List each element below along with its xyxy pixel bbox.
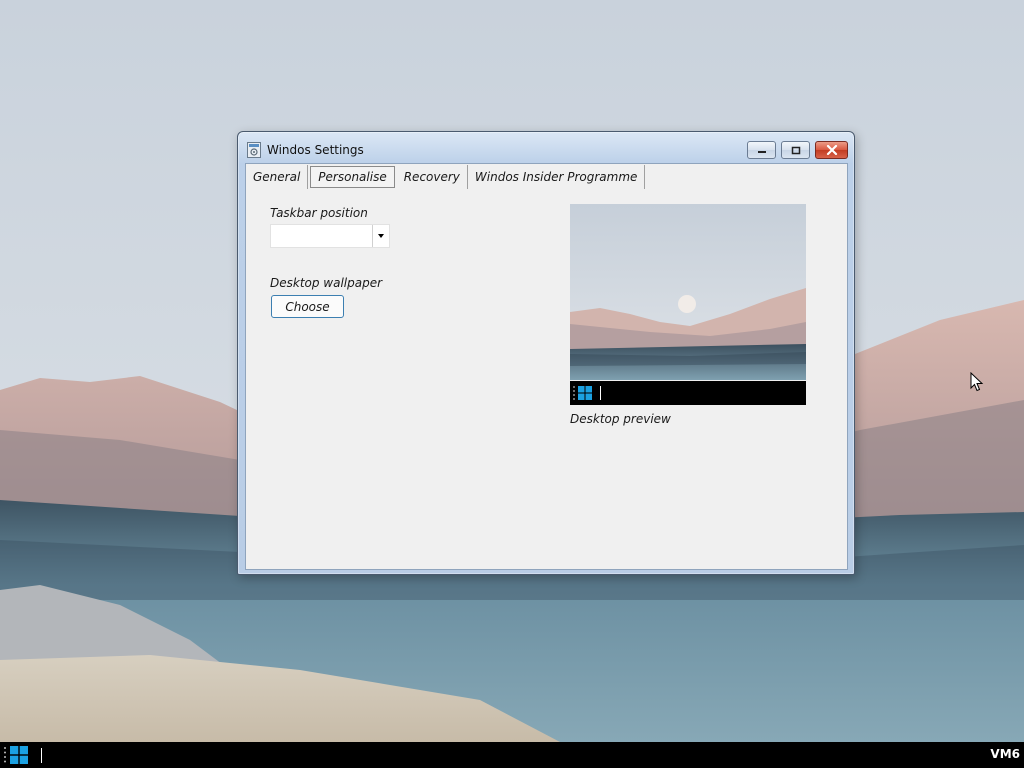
- settings-window: Windos Settings General Personalise Reco…: [237, 131, 855, 575]
- tray-text: VM6: [990, 747, 1020, 761]
- taskbar-grip-icon[interactable]: [3, 746, 7, 764]
- windows-logo-icon: [10, 746, 28, 764]
- tab-recovery[interactable]: Recovery: [397, 165, 468, 189]
- tab-windos-insider-programme[interactable]: Windos Insider Programme: [468, 165, 646, 189]
- taskbar-position-label: Taskbar position: [270, 206, 368, 220]
- settings-app-icon: [247, 142, 261, 158]
- tab-bar: General Personalise Recovery Windos Insi…: [246, 164, 849, 189]
- close-icon: [826, 145, 837, 155]
- desktop-wallpaper-label: Desktop wallpaper: [270, 276, 383, 290]
- desktop-preview-image: [570, 204, 806, 380]
- window-content: General Personalise Recovery Windos Insi…: [245, 163, 848, 570]
- maximize-icon: [791, 146, 800, 154]
- window-title: Windos Settings: [267, 143, 364, 157]
- preview-taskbar-separator: [600, 386, 601, 400]
- minimize-button[interactable]: [747, 141, 776, 159]
- minimize-icon: [757, 151, 766, 153]
- dropdown-arrow-button[interactable]: [372, 225, 389, 247]
- close-button[interactable]: [815, 141, 848, 159]
- tab-personalise[interactable]: Personalise: [310, 166, 395, 188]
- grip-icon: [573, 386, 575, 400]
- maximize-button[interactable]: [781, 141, 810, 159]
- desktop: Windos Settings General Personalise Reco…: [0, 0, 1024, 768]
- start-button[interactable]: [10, 746, 28, 764]
- taskbar-position-select[interactable]: [270, 224, 390, 248]
- chevron-down-icon: [378, 234, 384, 238]
- choose-wallpaper-button[interactable]: Choose: [271, 295, 344, 318]
- preview-taskbar: [570, 381, 806, 405]
- tab-general[interactable]: General: [246, 165, 309, 189]
- taskbar-separator: [41, 748, 42, 763]
- mouse-pointer-icon: [970, 372, 984, 392]
- windows-logo-icon: [578, 386, 592, 400]
- desktop-preview-label: Desktop preview: [570, 412, 671, 426]
- taskbar: VM6: [0, 742, 1024, 768]
